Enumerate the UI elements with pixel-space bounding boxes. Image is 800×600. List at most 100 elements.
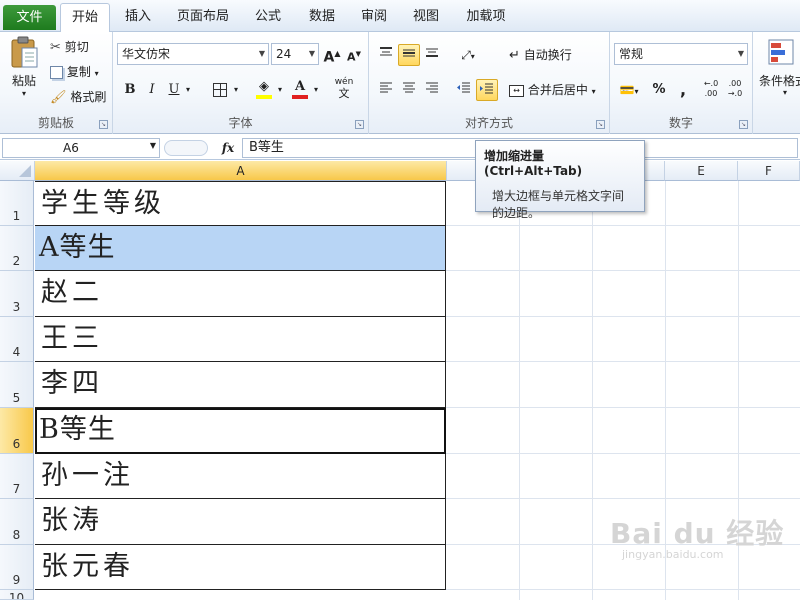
font-color-button[interactable]: A [289, 76, 311, 99]
cut-button[interactable]: ✂ 剪切 [50, 38, 89, 55]
currency-button[interactable]: 💳▾ [614, 79, 644, 101]
tab-file[interactable]: 文件 [3, 5, 56, 30]
grid-line [446, 407, 800, 408]
select-all-triangle-icon [19, 165, 31, 177]
align-left-button[interactable] [375, 79, 397, 101]
tooltip-description: 增大边框与单元格文字间 的边距。 [484, 188, 636, 222]
cell-a2[interactable]: A等生 [35, 226, 446, 271]
tab-formulas[interactable]: 公式 [246, 3, 290, 32]
underline-dropdown-arrow[interactable]: ▾ [183, 79, 193, 101]
conditional-format-label: 条件格式 [759, 74, 800, 88]
percent-button[interactable]: % [648, 79, 670, 101]
increase-indent-tooltip: 增加缩进量 (Ctrl+Alt+Tab) 增大边框与单元格文字间 的边距。 [475, 140, 645, 220]
font-color-dropdown-arrow[interactable]: ▾ [311, 79, 321, 101]
clipboard-icon [11, 36, 38, 68]
alignment-launcher-icon[interactable]: ↘ [596, 120, 605, 129]
decrease-indent-button[interactable] [453, 79, 475, 101]
clipboard-launcher-icon[interactable]: ↘ [99, 120, 108, 129]
merge-center-button[interactable]: ↔ 合并后居中 ▾ [509, 81, 596, 98]
borders-dropdown-arrow[interactable]: ▾ [231, 79, 241, 101]
column-header-a[interactable]: A [35, 161, 447, 181]
increase-indent-icon [480, 83, 493, 94]
copy-button[interactable]: 复制 ▾ [50, 63, 99, 80]
number-format-combo[interactable]: 常规 ▼ [614, 43, 748, 65]
column-header-f[interactable]: F [738, 161, 800, 181]
phonetic-button[interactable]: wén 文 [331, 76, 357, 100]
decrease-decimal-button[interactable]: .00 →.0 [724, 79, 746, 101]
tab-review[interactable]: 审阅 [352, 3, 396, 32]
cell-a6[interactable]: B等生 [35, 408, 446, 454]
tab-insert[interactable]: 插入 [114, 3, 162, 32]
conditional-format-icon [768, 39, 794, 65]
font-name-combo[interactable]: 华文仿宋 ▼ [117, 43, 269, 65]
cell-a8[interactable]: 张涛 [35, 499, 446, 545]
shrink-font-button[interactable]: A▼ [343, 43, 365, 65]
increase-indent-button[interactable] [476, 79, 498, 101]
tab-view[interactable]: 视图 [404, 3, 448, 32]
grid-line [446, 225, 800, 226]
merge-dropdown-arrow[interactable]: ▾ [592, 87, 596, 96]
cell-a5[interactable]: 李四 [35, 362, 446, 408]
paste-button[interactable]: 粘贴 ▾ [6, 36, 42, 106]
tooltip-description-line: 的边距。 [492, 206, 541, 220]
grid-line [446, 589, 800, 590]
align-right-button[interactable] [421, 79, 443, 101]
paintbrush-icon: 🖌 [50, 90, 67, 105]
grow-font-icon: A [323, 49, 335, 66]
grid-line [446, 453, 800, 454]
format-painter-button[interactable]: 🖌 格式刷 [50, 88, 106, 105]
row-header-3[interactable]: 3 [0, 271, 34, 317]
align-center-button[interactable] [398, 79, 420, 101]
fill-color-button[interactable]: ◈ [253, 76, 275, 99]
borders-button[interactable] [209, 79, 231, 101]
cell-a4[interactable]: 王三 [35, 317, 446, 362]
cell-a9[interactable]: 张元春 [35, 545, 446, 590]
chevron-down-icon[interactable]: ▼ [150, 141, 156, 150]
row-header-9[interactable]: 9 [0, 545, 34, 590]
name-box[interactable]: A6 ▼ [2, 138, 160, 158]
number-launcher-icon[interactable]: ↘ [739, 120, 748, 129]
select-all-corner[interactable] [0, 161, 35, 181]
cell-a3[interactable]: 赵二 [35, 271, 446, 317]
tab-addins[interactable]: 加载项 [458, 3, 514, 32]
grow-font-button[interactable]: A▲ [321, 43, 343, 66]
grid-line [446, 270, 800, 271]
paste-dropdown-arrow[interactable]: ▾ [6, 89, 42, 98]
font-launcher-icon[interactable]: ↘ [355, 120, 364, 129]
font-group: 华文仿宋 ▼ 24 ▼ A▲ A▼ B I U ▾ ▾ ◈ ▾ A ▾ wén … [113, 32, 369, 134]
row-header-1[interactable]: 1 [0, 181, 34, 226]
chevron-down-icon: ▼ [737, 49, 744, 58]
underline-button[interactable]: U [165, 79, 183, 101]
bold-button[interactable]: B [119, 79, 141, 101]
orientation-button[interactable]: ⤢▾ [453, 44, 483, 66]
row-header-4[interactable]: 4 [0, 317, 34, 362]
row-header-7[interactable]: 7 [0, 454, 34, 499]
align-top-button[interactable] [375, 44, 397, 66]
fill-color-dropdown-arrow[interactable]: ▾ [275, 79, 285, 101]
italic-button[interactable]: I [141, 79, 163, 101]
cell-a7[interactable]: 孙一注 [35, 454, 446, 499]
increase-decimal-button[interactable]: ←.0 .00 [700, 79, 722, 101]
align-bottom-button[interactable] [421, 44, 443, 66]
tab-page-layout[interactable]: 页面布局 [168, 3, 238, 32]
align-top-icon [380, 47, 392, 56]
formula-bar-splitter[interactable] [164, 140, 208, 156]
borders-icon [213, 82, 227, 97]
row-header-10[interactable]: 10 [0, 590, 34, 600]
conditional-format-dropdown-arrow[interactable]: ▾ [783, 88, 787, 97]
align-middle-button[interactable] [398, 44, 420, 66]
tab-home[interactable]: 开始 [60, 3, 110, 33]
tab-data[interactable]: 数据 [300, 3, 344, 32]
copy-dropdown-arrow[interactable]: ▾ [95, 69, 99, 78]
cell-a1[interactable]: 学生等级 [35, 181, 446, 226]
row-header-8[interactable]: 8 [0, 499, 34, 545]
column-header-e[interactable]: E [665, 161, 738, 181]
comma-button[interactable]: , [672, 79, 694, 101]
font-size-combo[interactable]: 24 ▼ [271, 43, 319, 65]
insert-function-button[interactable]: fx [216, 138, 240, 158]
conditional-format-button[interactable] [767, 38, 795, 69]
row-header-5[interactable]: 5 [0, 362, 34, 408]
wrap-text-button[interactable]: ↵ 自动换行 [509, 46, 572, 63]
row-header-6[interactable]: 6 [0, 408, 34, 454]
row-header-2[interactable]: 2 [0, 226, 34, 271]
